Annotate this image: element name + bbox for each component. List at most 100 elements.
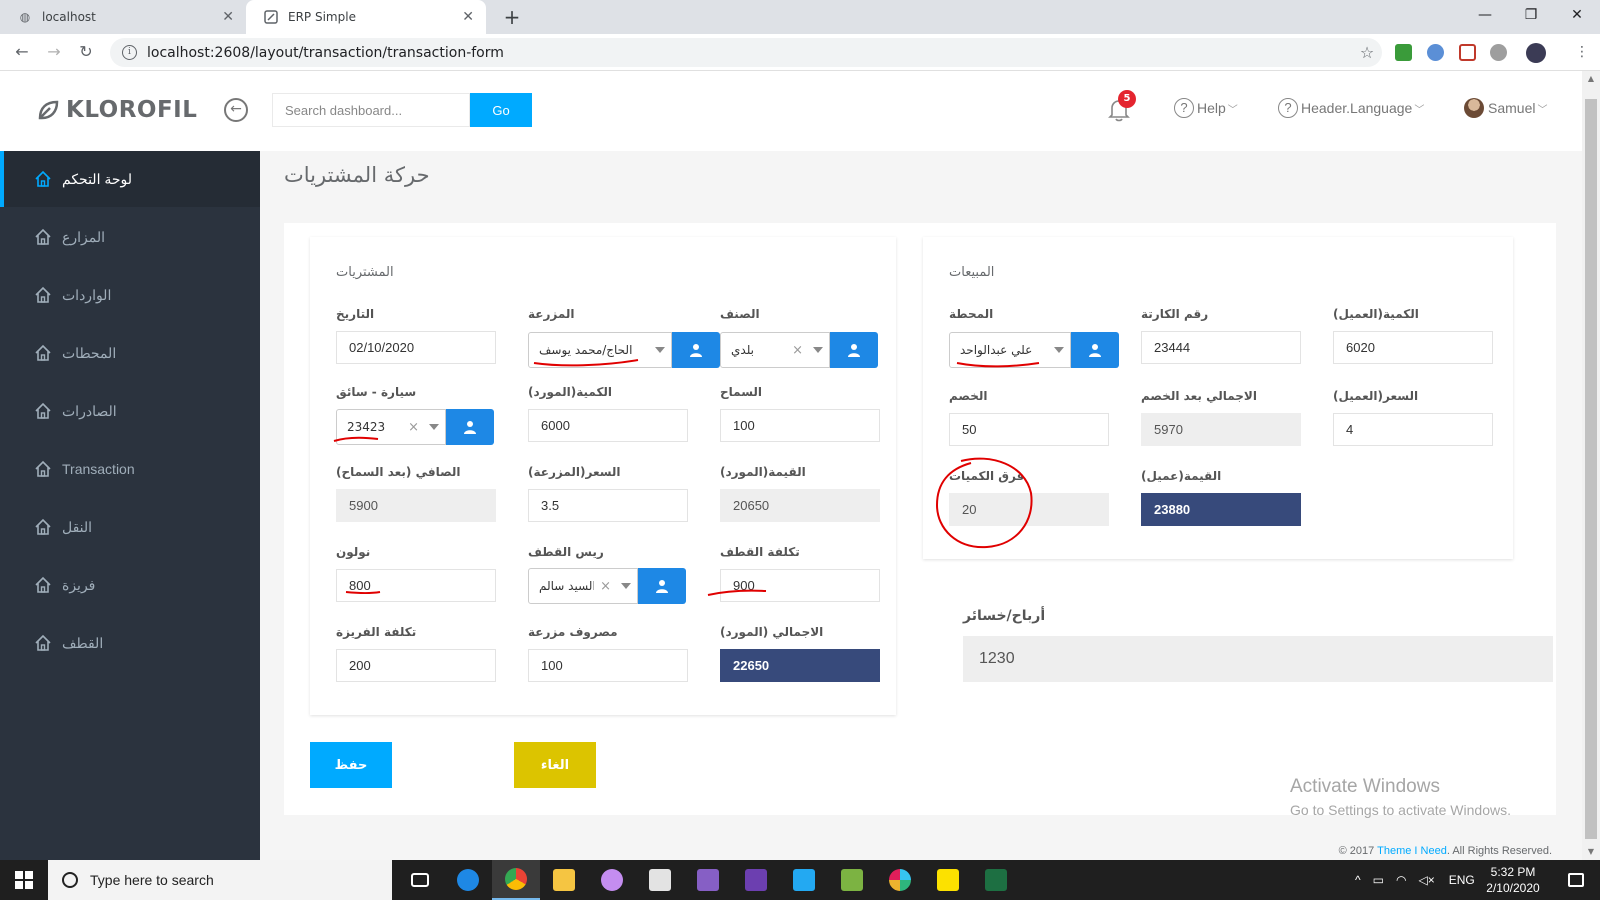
add-station-user-button[interactable] — [1071, 332, 1119, 368]
search-go-button[interactable]: Go — [470, 93, 532, 127]
chevron-up-icon[interactable]: ^ — [1355, 873, 1361, 887]
card-number-input[interactable]: 23444 — [1141, 331, 1301, 364]
help-menu[interactable]: ? Help ﹀ — [1174, 98, 1238, 118]
client-price-input[interactable]: 4 — [1333, 413, 1493, 446]
close-window-icon[interactable]: ✕ — [1554, 0, 1600, 30]
user-menu[interactable]: Samuel ﹀ — [1464, 98, 1547, 118]
forward-icon[interactable]: → — [42, 40, 66, 64]
search-input[interactable] — [272, 93, 470, 127]
taskbar-clock[interactable]: 5:32 PM 2/10/2020 — [1478, 864, 1548, 896]
clear-icon[interactable]: × — [408, 420, 419, 435]
cancel-button[interactable]: الغاء — [514, 742, 596, 788]
field-label: الصافي (بعد السماح) — [336, 465, 461, 479]
info-icon[interactable]: i — [122, 45, 137, 60]
address-bar[interactable]: i localhost:2608/layout/transaction/tran… — [110, 38, 1382, 67]
sidebar-item-label: لوحة التحكم — [62, 170, 133, 187]
supplier-qty-input[interactable]: 6000 — [528, 409, 688, 442]
new-tab-button[interactable]: + — [500, 4, 524, 30]
task-view-icon[interactable] — [396, 860, 444, 900]
field-label: الاجمالي بعد الخصم — [1141, 389, 1257, 403]
add-harvest-head-user-button[interactable] — [638, 568, 686, 604]
sidebar-item-farms[interactable]: المزارع — [0, 209, 260, 265]
back-icon[interactable]: ← — [10, 40, 34, 64]
main-content: حركة المشتريات المشتريات التاريخ 02/10/2… — [260, 151, 1582, 860]
tools-icon[interactable] — [636, 860, 684, 900]
visual-studio-icon[interactable] — [684, 860, 732, 900]
scroll-up-icon[interactable]: ▲ — [1582, 71, 1600, 87]
sidebar-item-stations[interactable]: المحطات — [0, 325, 260, 381]
sidebar-item-imports[interactable]: الواردات — [0, 267, 260, 323]
globe-icon: ◍ — [19, 10, 31, 24]
vscode-icon[interactable] — [780, 860, 828, 900]
bookmark-star-icon[interactable]: ☆ — [1352, 43, 1382, 62]
harvest-head-select[interactable]: السيد سالم × — [528, 568, 638, 604]
chrome-browser-icon[interactable] — [492, 860, 540, 900]
browser-tab-localhost[interactable]: ◍ localhost ✕ — [0, 0, 246, 34]
pocket-extension-icon[interactable] — [1459, 44, 1476, 61]
slack-icon[interactable] — [876, 860, 924, 900]
avatar — [1464, 98, 1484, 118]
page-scrollbar[interactable]: ▲ ▼ — [1582, 71, 1600, 860]
sticky-notes-icon[interactable] — [924, 860, 972, 900]
discount-input[interactable]: 50 — [949, 413, 1109, 446]
freight-input[interactable]: 800 — [336, 569, 496, 602]
visual-studio-preview-icon[interactable] — [732, 860, 780, 900]
footer-link[interactable]: Theme I Need — [1377, 845, 1447, 857]
reload-icon[interactable]: ↻ — [74, 40, 98, 64]
edge-browser-icon[interactable] — [444, 860, 492, 900]
download-extension-icon[interactable] — [1490, 44, 1507, 61]
cors-extension-icon[interactable] — [1395, 44, 1412, 61]
sidebar-item-transport[interactable]: النقل — [0, 499, 260, 555]
language-menu[interactable]: ? Header.Language ﹀ — [1278, 98, 1424, 118]
sidebar-item-label: الصادرات — [62, 402, 117, 419]
file-explorer-icon[interactable] — [540, 860, 588, 900]
add-farm-user-button[interactable] — [672, 332, 720, 368]
save-button[interactable]: حفظ — [310, 742, 392, 788]
farm-expense-input[interactable]: 100 — [528, 649, 688, 682]
profile-avatar[interactable] — [1526, 43, 1546, 63]
minimize-icon[interactable]: — — [1462, 0, 1508, 30]
battery-icon[interactable]: ▭ — [1373, 873, 1384, 887]
browser-tab-erp[interactable]: ERP Simple ✕ — [246, 0, 486, 34]
clear-icon[interactable]: × — [792, 343, 803, 358]
sidebar-item-transaction[interactable]: Transaction — [0, 441, 260, 497]
notepad-icon[interactable] — [828, 860, 876, 900]
allowance-input[interactable]: 100 — [720, 409, 880, 442]
freezer-cost-input[interactable]: 200 — [336, 649, 496, 682]
scroll-down-icon[interactable]: ▼ — [1582, 844, 1600, 860]
add-vehicle-user-button[interactable] — [446, 409, 494, 445]
farm-price-input[interactable]: 3.5 — [528, 489, 688, 522]
client-qty-input[interactable]: 6020 — [1333, 331, 1493, 364]
sidebar-item-exports[interactable]: الصادرات — [0, 383, 260, 439]
windows-start-icon[interactable] — [0, 860, 48, 900]
excel-icon[interactable] — [972, 860, 1020, 900]
notifications-icon[interactable] — [1552, 860, 1600, 900]
wifi-icon[interactable]: ◠ — [1396, 873, 1406, 887]
paint-icon[interactable] — [588, 860, 636, 900]
restore-icon[interactable]: ❐ — [1508, 0, 1554, 30]
app-header: KLOROFIL ← Go 5 ? Help ﹀ ? Header.Langua… — [0, 71, 1582, 151]
user-icon — [656, 580, 668, 593]
add-variety-user-button[interactable] — [830, 332, 878, 368]
sidebar-item-harvest[interactable]: القطف — [0, 615, 260, 671]
volume-mute-icon[interactable]: ◁× — [1418, 873, 1434, 887]
clear-icon[interactable]: × — [600, 579, 611, 594]
home-icon — [35, 460, 51, 477]
sidebar-item-dashboard[interactable]: لوحة التحكم — [0, 151, 260, 207]
date-input[interactable]: 02/10/2020 — [336, 331, 496, 364]
close-tab-icon[interactable]: ✕ — [462, 9, 474, 25]
notification-bell-icon[interactable]: 5 — [1108, 90, 1136, 122]
field-label: السعر(العميل) — [1333, 389, 1419, 403]
brand-logo[interactable]: KLOROFIL — [36, 97, 197, 123]
variety-select[interactable]: بلدي × — [720, 332, 830, 368]
close-tab-icon[interactable]: ✕ — [222, 9, 234, 25]
menu-dots-icon[interactable]: ⋮ — [1570, 40, 1594, 64]
scrollbar-thumb[interactable] — [1585, 99, 1597, 839]
extension-icon[interactable] — [1427, 44, 1444, 61]
sidebar-toggle-arrow-icon[interactable]: ← — [224, 98, 248, 122]
supplier-value-input: 20650 — [720, 489, 880, 522]
language-indicator[interactable]: ENG — [1449, 873, 1475, 887]
taskbar-search-box[interactable]: Type here to search — [48, 860, 392, 900]
sidebar-item-freezer[interactable]: فريزة — [0, 557, 260, 613]
field-label: الكمية(العميل) — [1333, 307, 1419, 321]
